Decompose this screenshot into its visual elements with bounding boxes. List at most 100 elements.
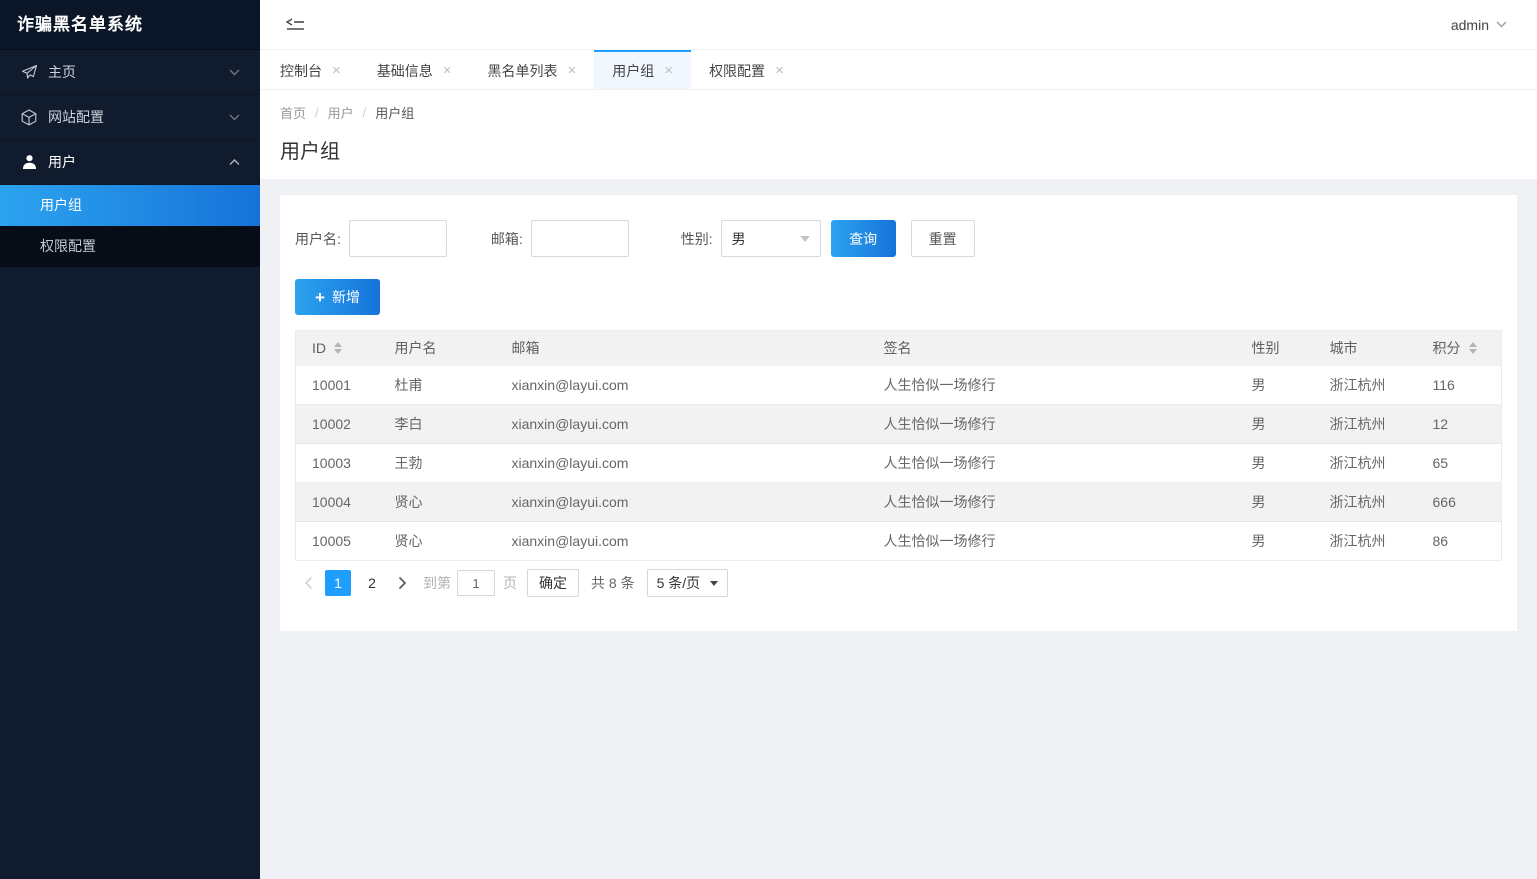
tab-user-group[interactable]: 用户组 ×: [594, 50, 692, 89]
cell-city: 浙江杭州: [1313, 404, 1417, 444]
cell-gender: 男: [1235, 443, 1314, 483]
cell-signature: 人生恰似一场修行: [867, 521, 1236, 561]
sort-icon[interactable]: [1468, 342, 1477, 355]
tab-close-icon[interactable]: ×: [664, 63, 673, 78]
sidebar-item-permission-config[interactable]: 权限配置: [0, 226, 260, 267]
breadcrumb-current: 用户组: [375, 106, 415, 121]
cell-username: 王勃: [378, 443, 496, 483]
page-unit-label: 页: [503, 575, 517, 591]
user-menu[interactable]: admin: [1451, 17, 1507, 33]
cell-signature: 人生恰似一场修行: [867, 482, 1236, 522]
goto-page-label: 到第: [423, 575, 451, 591]
tab-console[interactable]: 控制台 ×: [262, 50, 359, 89]
confirm-page-button[interactable]: 确定: [527, 569, 579, 597]
breadcrumb: 首页 / 用户 / 用户组: [280, 103, 1517, 122]
cell-city: 浙江杭州: [1313, 482, 1417, 522]
cell-email: xianxin@layui.com: [495, 443, 868, 483]
column-header-score[interactable]: 积分: [1416, 330, 1502, 366]
next-page-icon[interactable]: [389, 570, 415, 596]
user-name: admin: [1450, 16, 1489, 33]
table-row: 10003 王勃 xianxin@layui.com 人生恰似一场修行 男 浙江…: [295, 443, 1502, 483]
table-row: 10004 贤心 xianxin@layui.com 人生恰似一场修行 男 浙江…: [295, 482, 1502, 522]
cell-id: 10002: [295, 404, 379, 444]
email-label: 邮箱:: [490, 230, 523, 247]
column-header-email: 邮箱: [495, 330, 868, 366]
cell-email: xianxin@layui.com: [495, 404, 868, 444]
sidebar-item-label: 网站配置: [48, 109, 104, 125]
sidebar-item-user-group[interactable]: 用户组: [0, 185, 260, 226]
page-number-1[interactable]: 1: [325, 570, 351, 596]
main-area: admin 控制台 × 基础信息 × 黑名单列表 × 用户组 × 权限配置 × …: [260, 0, 1537, 879]
cell-score: 12: [1416, 404, 1502, 444]
user-table: ID 用户名 邮箱 签名 性别 城市 积分 10001 杜甫 xianxin@l…: [295, 330, 1502, 561]
goto-page-input[interactable]: [457, 570, 495, 596]
search-form: 用户名: 邮箱: 性别: 男 查询 重置: [295, 220, 1502, 257]
tab-label: 基础信息: [376, 62, 433, 79]
cell-username: 杜甫: [378, 365, 496, 405]
cell-gender: 男: [1235, 482, 1314, 522]
cell-city: 浙江杭州: [1313, 443, 1417, 483]
cell-signature: 人生恰似一场修行: [867, 404, 1236, 444]
cube-icon: [20, 108, 38, 125]
chevron-down-icon: [228, 66, 240, 78]
add-button[interactable]: + 新增: [295, 279, 380, 315]
cell-city: 浙江杭州: [1313, 521, 1417, 561]
page-title: 用户组: [280, 141, 340, 163]
table-row: 10001 杜甫 xianxin@layui.com 人生恰似一场修行 男 浙江…: [295, 365, 1502, 405]
cell-signature: 人生恰似一场修行: [867, 443, 1236, 483]
per-page-value: 5 条/页: [656, 575, 701, 591]
prev-page-icon[interactable]: [295, 570, 321, 596]
sidebar-item-user[interactable]: 用户: [0, 140, 260, 185]
gender-select[interactable]: 男: [720, 220, 821, 257]
table-row: 10002 李白 xianxin@layui.com 人生恰似一场修行 男 浙江…: [295, 404, 1502, 444]
sidebar-item-site-config[interactable]: 网站配置: [0, 95, 260, 140]
sort-icon[interactable]: [334, 342, 342, 355]
breadcrumb-user[interactable]: 用户: [328, 103, 354, 122]
cell-gender: 男: [1235, 521, 1314, 561]
email-input[interactable]: [530, 220, 629, 257]
collapse-sidebar-icon[interactable]: [282, 14, 309, 36]
column-header-signature: 签名: [867, 330, 1236, 366]
app-root: 诈骗黑名单系统 主页 网站配置 用户 用户组 权限配置 admin 控制台 × …: [0, 0, 1537, 879]
cell-email: xianxin@layui.com: [495, 521, 868, 561]
reset-button[interactable]: 重置: [910, 220, 975, 257]
user-group-card: 用户名: 邮箱: 性别: 男 查询 重置 + 新增 ID 用户名 邮箱 签名 性…: [280, 195, 1517, 631]
page-number-2[interactable]: 2: [359, 570, 385, 596]
username-input[interactable]: [348, 220, 447, 257]
chevron-up-icon: [228, 156, 240, 168]
tab-close-icon[interactable]: ×: [443, 63, 452, 78]
sidebar-nav: 主页 网站配置 用户 用户组 权限配置: [0, 50, 260, 267]
page-header: 首页 / 用户 / 用户组 用户组: [260, 90, 1537, 179]
tab-label: 权限配置: [709, 62, 766, 79]
cell-city: 浙江杭州: [1313, 365, 1417, 405]
column-header-username: 用户名: [378, 330, 496, 366]
plus-icon: +: [315, 287, 325, 307]
tab-label: 黑名单列表: [487, 62, 558, 79]
per-page-select[interactable]: 5 条/页: [646, 569, 729, 597]
cell-id: 10005: [295, 521, 379, 561]
tab-close-icon[interactable]: ×: [775, 63, 784, 78]
column-header-id[interactable]: ID: [295, 330, 379, 366]
gender-value: 男: [731, 230, 746, 247]
total-count-label: 共 8 条: [591, 575, 635, 591]
tab-blacklist[interactable]: 黑名单列表 ×: [470, 50, 595, 89]
chevron-down-icon: [799, 235, 810, 242]
tab-basic-info[interactable]: 基础信息 ×: [359, 50, 470, 89]
sidebar: 诈骗黑名单系统 主页 网站配置 用户 用户组 权限配置: [0, 0, 260, 879]
sidebar-item-home[interactable]: 主页: [0, 50, 260, 95]
cell-score: 65: [1416, 443, 1502, 483]
gender-label: 性别:: [680, 230, 713, 247]
breadcrumb-home[interactable]: 首页: [280, 103, 306, 122]
tab-close-icon[interactable]: ×: [332, 63, 341, 78]
sidebar-item-label: 主页: [48, 64, 76, 80]
breadcrumb-separator: /: [362, 105, 367, 120]
tab-label: 控制台: [280, 62, 322, 79]
tab-close-icon[interactable]: ×: [568, 63, 577, 78]
cell-score: 116: [1416, 365, 1502, 405]
chevron-down-icon: [228, 111, 240, 123]
tab-permission-config[interactable]: 权限配置 ×: [691, 50, 802, 89]
cell-username: 贤心: [378, 482, 496, 522]
search-button[interactable]: 查询: [830, 220, 896, 257]
top-header: admin: [260, 0, 1537, 50]
cell-gender: 男: [1235, 404, 1314, 444]
